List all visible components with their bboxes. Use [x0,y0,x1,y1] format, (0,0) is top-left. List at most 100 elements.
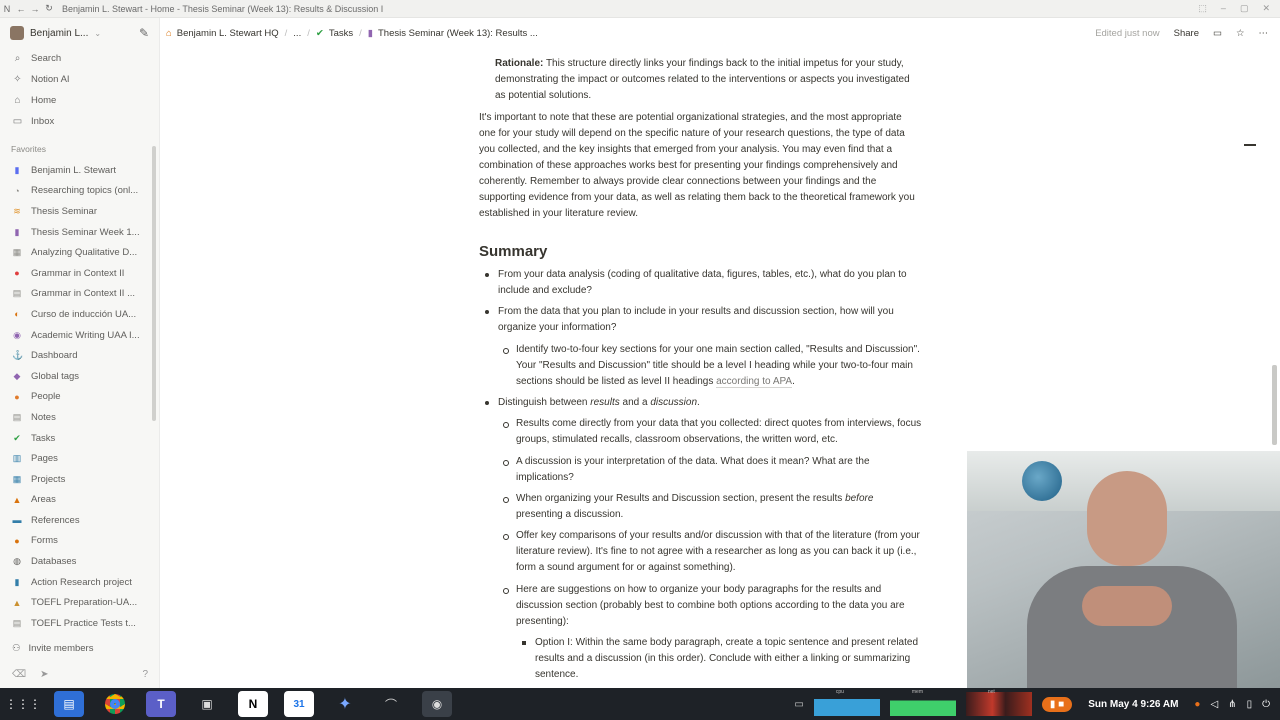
package-icon[interactable]: ▣ [192,691,222,717]
obs-icon[interactable]: ◉ [422,691,452,717]
sidebar-favorite-item[interactable]: ▲ Areas [0,490,159,511]
sidebar-favorite-item[interactable]: ▤ Grammar in Context II ... [0,284,159,305]
chrome-icon[interactable] [100,691,130,717]
page-content[interactable]: Rationale: This structure directly links… [479,48,954,688]
sidebar-favorite-item[interactable]: ◔ Researching topics (onl... [0,181,159,202]
sidebar-favorite-label: Action Research project [31,576,132,588]
minimize-icon[interactable]: – [1221,3,1226,14]
forward-arrow-icon[interactable]: → [28,4,42,14]
audio-icon[interactable]: ⌒ [376,691,406,717]
sidebar-favorite-item[interactable]: ▤ Notes [0,407,159,428]
new-page-icon[interactable]: ✎ [139,26,149,40]
sidebar-favorite-label: Thesis Seminar Week 1... [31,226,140,238]
favorite-star-icon[interactable]: ☆ [1236,28,1245,39]
gemini-icon[interactable]: ✦ [330,691,360,717]
power-icon[interactable]: ⏻ [1262,699,1270,710]
sidebar-favorite-item[interactable]: ◉ Academic Writing UAA I... [0,325,159,346]
maximize-icon[interactable]: ▢ [1240,3,1249,14]
display-icon[interactable]: ▭ [794,699,803,710]
battery-icon[interactable]: ▯ [1247,699,1253,710]
page-icon: ◍ [13,556,21,567]
sidebar-scrollbar[interactable] [152,146,156,421]
ai-icon: ✧ [13,74,22,85]
sidebar-nav-notion-ai[interactable]: ✧ Notion AI [0,69,159,90]
sidebar-favorite-item[interactable]: ◆ Global tags [0,366,159,387]
sidebar-favorite-label: Researching topics (onl... [31,185,139,197]
sidebar-favorite-item[interactable]: ● Forms [0,531,159,552]
sidebar: Benjamin L... ⌄ ✎ ⌕ Search ✧ Notion AI ⌂ Home… [0,18,160,688]
sidebar-favorite-item[interactable]: ▬ References [0,510,159,531]
checkbox-icon: ✔ [315,27,324,39]
invite-members-button[interactable]: ⚇ Invite members [0,638,160,658]
search-icon: ⌕ [14,53,21,64]
sidebar-favorite-label: Dashboard [31,350,78,362]
table-of-contents-icon[interactable] [1244,144,1256,146]
sidebar-nav-inbox[interactable]: ▭ Inbox [0,111,159,132]
webcam-overlay [967,451,1280,688]
network-icon[interactable]: ⋔ [1228,699,1236,710]
sidebar-favorite-item[interactable]: ▮ Thesis Seminar Week 1... [0,222,159,243]
sidebar-favorite-label: Forms [31,535,58,547]
sidebar-favorite-item[interactable]: ▥ Pages [0,448,159,469]
list-item: Offer key comparisons of your results an… [503,528,952,576]
back-arrow-icon[interactable]: ← [14,4,28,14]
network-graph: net [965,689,1032,716]
sidebar-favorite-item[interactable]: ▦ Analyzing Qualitative D... [0,242,159,263]
sidebar-favorite-item[interactable]: ◍ Databases [0,551,159,572]
more-options-icon[interactable]: ⋯ [1259,28,1269,39]
breadcrumb-tasks[interactable]: ✔ Tasks [310,28,359,39]
list-item: Option I: Within the same body paragraph… [522,635,945,683]
breadcrumb-current-page[interactable]: ▮ Thesis Seminar (Week 13): Results ... [362,28,544,39]
sidebar-nav-label: Home [31,95,57,106]
sidebar-nav-search[interactable]: ⌕ Search [0,48,159,69]
list-item: Here are suggestions on how to organize … [503,582,952,630]
files-icon[interactable]: ▤ [54,691,84,717]
comments-icon[interactable]: ▭ [1213,28,1222,39]
sidebar-favorite-item[interactable]: ◐ Curso de inducción UA... [0,304,159,325]
apa-link[interactable]: according to APA [716,376,793,388]
reload-icon[interactable]: ↻ [42,3,56,14]
sidebar-favorite-label: Pages [31,453,58,465]
sidebar-favorite-item[interactable]: ⚓ Dashboard [0,345,159,366]
strategies-paragraph: It's important to note that these are po… [479,112,915,219]
breadcrumb-home[interactable]: ⌂ Benjamin L. Stewart HQ [160,28,285,39]
sidebar-favorite-item[interactable]: ✔ Tasks [0,428,159,449]
window-titlebar: N ← → ↻ Benjamin L. Stewart - Home - The… [0,0,1280,18]
page-scrollbar[interactable] [1272,365,1277,445]
recording-indicator-icon[interactable]: ▮ ■ [1041,696,1073,712]
sidebar-favorite-item[interactable]: ▮ Benjamin L. Stewart [0,160,159,181]
page-icon: ▤ [12,617,22,628]
sidebar-favorite-item[interactable]: ● People [0,387,159,408]
extension-icon[interactable]: ⬚ [1198,3,1207,14]
notion-icon[interactable]: N [238,691,268,717]
send-icon[interactable]: ➤ [40,669,48,680]
sidebar-favorite-item[interactable]: ▦ Projects [0,469,159,490]
workspace-switcher[interactable]: Benjamin L... ⌄ ✎ [0,18,159,48]
breadcrumb-ellipsis[interactable]: ... [287,28,307,39]
help-icon[interactable]: ? [142,669,148,680]
close-icon[interactable]: ✕ [1262,3,1270,14]
trash-icon[interactable]: ⌫ [12,669,26,680]
microphone-icon[interactable]: ● [1194,699,1200,710]
sidebar-favorite-label: Grammar in Context II ... [31,288,135,300]
sidebar-favorite-item[interactable]: ▲ TOEFL Preparation-UA... [0,592,159,613]
summary-heading: Summary [479,243,548,260]
volume-icon[interactable]: ◁ [1210,699,1218,710]
sidebar-favorite-item[interactable]: ≋ Thesis Seminar [0,201,159,222]
sidebar-favorite-item[interactable]: ● Grammar in Context II [0,263,159,284]
share-button[interactable]: Share [1174,28,1199,39]
teams-icon[interactable]: T [146,691,176,717]
sidebar-nav-label: Search [31,53,62,64]
sidebar-nav-label: Notion AI [31,74,70,85]
page-icon: ▦ [12,473,22,484]
chevron-down-icon[interactable]: ⌄ [94,29,101,38]
sidebar-favorite-item[interactable]: ▤ TOEFL Practice Tests t... [0,613,159,634]
sidebar-nav-home[interactable]: ⌂ Home [0,90,159,111]
clock[interactable]: Sun May 4 9:26 AM [1088,699,1178,710]
sidebar-favorite-item[interactable]: ▮ Action Research project [0,572,159,593]
apps-grid-icon[interactable]: ⋮⋮⋮ [5,691,41,717]
page-icon: ≋ [13,205,21,216]
person-add-icon: ⚇ [12,642,21,654]
page-icon: ✔ [13,432,21,443]
calendar-icon[interactable]: 31 [284,691,314,717]
